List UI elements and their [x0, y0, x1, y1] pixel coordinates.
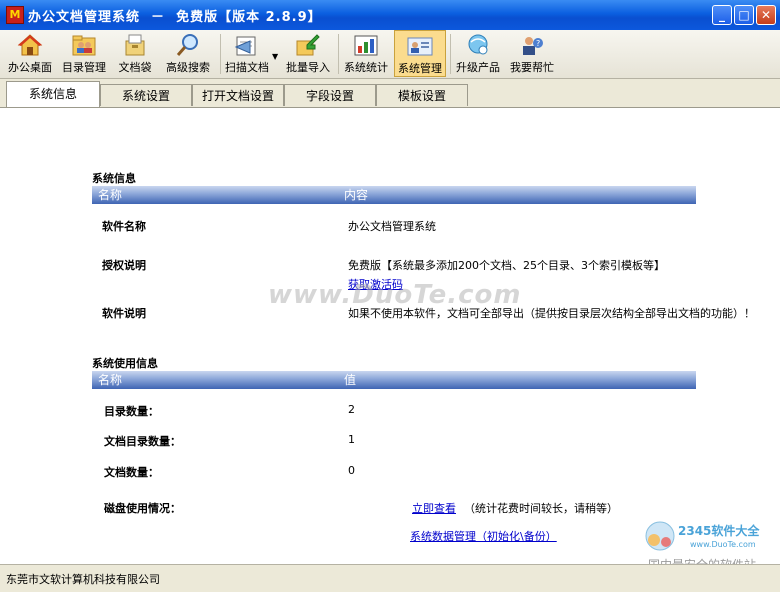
- toolbar-search-label: 高级搜索: [166, 61, 210, 74]
- doc-count-label: 文档数量：: [104, 466, 159, 479]
- toolbar-help-label: 我要帮忙: [510, 61, 554, 74]
- toolbar-docbag-label: 文档袋: [118, 61, 152, 74]
- help-person-icon: ?: [523, 37, 543, 55]
- window-title: 办公文档管理系统 － 免费版【版本 2.8.9】: [28, 10, 322, 25]
- usage-info-header: 名称 值: [92, 371, 696, 389]
- content-panel: 系统信息 名称 内容 软件名称 办公文档管理系统 授权说明 免费版【系统最多添加…: [0, 108, 780, 572]
- software-name-label: 软件名称: [102, 220, 146, 233]
- doc-count-value: 0: [348, 464, 355, 477]
- toolbar-separator: [450, 34, 451, 74]
- catalog-count-value: 2: [348, 403, 355, 416]
- toolbar-admin-label: 系统管理: [398, 62, 442, 75]
- app-window: M 办公文档管理系统 － 免费版【版本 2.8.9】 _ □ ✕ 办公桌面 目录…: [0, 0, 780, 592]
- magnifier-icon: [176, 34, 198, 56]
- company-name: 东莞市文软计算机科技有限公司: [6, 573, 160, 586]
- tab-open-doc-settings[interactable]: 打开文档设置: [192, 84, 284, 106]
- app-icon: M: [6, 6, 24, 24]
- doc-catalog-count-value: 1: [348, 433, 355, 446]
- software-name-value: 办公文档管理系统: [348, 220, 436, 233]
- close-button[interactable]: ✕: [756, 5, 776, 25]
- usage-info-title: 系统使用信息: [92, 357, 158, 370]
- license-label: 授权说明: [102, 259, 146, 272]
- site-logo-text: 2345软件大全: [678, 524, 760, 538]
- toolbar-upgrade-label: 升级产品: [456, 61, 500, 74]
- toolbar-docbag-button[interactable]: 文档袋: [112, 30, 158, 77]
- svg-text:?: ?: [536, 39, 540, 48]
- bar-chart-icon: [354, 35, 378, 56]
- usage-header-value: 值: [344, 373, 357, 387]
- tab-strip: 系统信息 系统设置 打开文档设置 字段设置 模板设置: [0, 79, 780, 108]
- software-desc-label: 软件说明: [102, 307, 146, 320]
- minimize-button[interactable]: _: [712, 5, 732, 25]
- toolbar-catalog-label: 目录管理: [62, 61, 106, 74]
- header-content: 内容: [344, 188, 369, 202]
- admin-card-icon: [407, 37, 433, 56]
- title-bar[interactable]: M 办公文档管理系统 － 免费版【版本 2.8.9】 _ □ ✕: [0, 0, 780, 30]
- toolbar-statistics-label: 系统统计: [344, 61, 388, 74]
- license-value: 免费版【系统最多添加200个文档、25个目录、3个索引模板等】: [348, 259, 665, 272]
- tab-system-settings[interactable]: 系统设置: [100, 84, 192, 106]
- system-info-header: 名称 内容: [92, 186, 696, 204]
- toolbar-search-button[interactable]: 高级搜索: [162, 30, 214, 77]
- import-arrow-icon: [296, 34, 320, 56]
- catalog-count-label: 目录数量：: [104, 405, 159, 418]
- home-icon: [17, 34, 43, 56]
- toolbar-desktop-label: 办公桌面: [8, 61, 52, 74]
- toolbar-desktop-button[interactable]: 办公桌面: [4, 30, 56, 77]
- system-info-title: 系统信息: [92, 172, 136, 185]
- usage-header-name: 名称: [98, 373, 123, 387]
- disk-usage-label: 磁盘使用情况：: [104, 502, 181, 515]
- toolbar-catalog-button[interactable]: 目录管理: [58, 30, 110, 77]
- toolbar-statistics-button[interactable]: 系统统计: [340, 30, 392, 77]
- toolbar-import-button[interactable]: 批量导入: [282, 30, 334, 77]
- status-bar: 东莞市文软计算机科技有限公司: [0, 564, 780, 592]
- main-toolbar: 办公桌面 目录管理 文档袋 高级搜索 扫描文档 ▼ 批量导入 系统统计 系统管理…: [0, 30, 780, 109]
- tab-template-settings[interactable]: 模板设置: [376, 84, 468, 106]
- data-management-link[interactable]: 系统数据管理（初始化\备份）: [410, 528, 557, 544]
- toolbar-separator: [220, 34, 221, 74]
- toolbar-scan-button[interactable]: 扫描文档: [222, 30, 272, 77]
- document-bag-icon: [125, 34, 145, 56]
- tab-field-settings[interactable]: 字段设置: [284, 84, 376, 106]
- toolbar-admin-button[interactable]: 系统管理: [394, 30, 446, 77]
- toolbar-scan-label: 扫描文档: [225, 61, 269, 74]
- upgrade-globe-icon: [468, 34, 488, 55]
- folder-users-icon: [72, 35, 96, 56]
- maximize-button[interactable]: □: [734, 5, 754, 25]
- scan-dropdown-arrow[interactable]: ▼: [272, 52, 278, 61]
- toolbar-upgrade-button[interactable]: 升级产品: [452, 30, 504, 77]
- toolbar-separator: [338, 34, 339, 74]
- view-disk-usage-link[interactable]: 立即查看: [412, 500, 456, 516]
- header-name: 名称: [98, 188, 123, 202]
- disk-usage-note: （统计花费时间较长，请稍等）: [464, 502, 618, 515]
- doc-catalog-count-label: 文档目录数量：: [104, 435, 181, 448]
- toolbar-help-button[interactable]: ? 我要帮忙: [506, 30, 558, 77]
- site-logo-url: www.DuoTe.com: [690, 540, 756, 549]
- watermark-text: www.DuoTe.com: [268, 280, 522, 310]
- scanner-icon: [234, 36, 256, 56]
- tab-system-info[interactable]: 系统信息: [6, 81, 100, 107]
- toolbar-import-label: 批量导入: [286, 61, 330, 74]
